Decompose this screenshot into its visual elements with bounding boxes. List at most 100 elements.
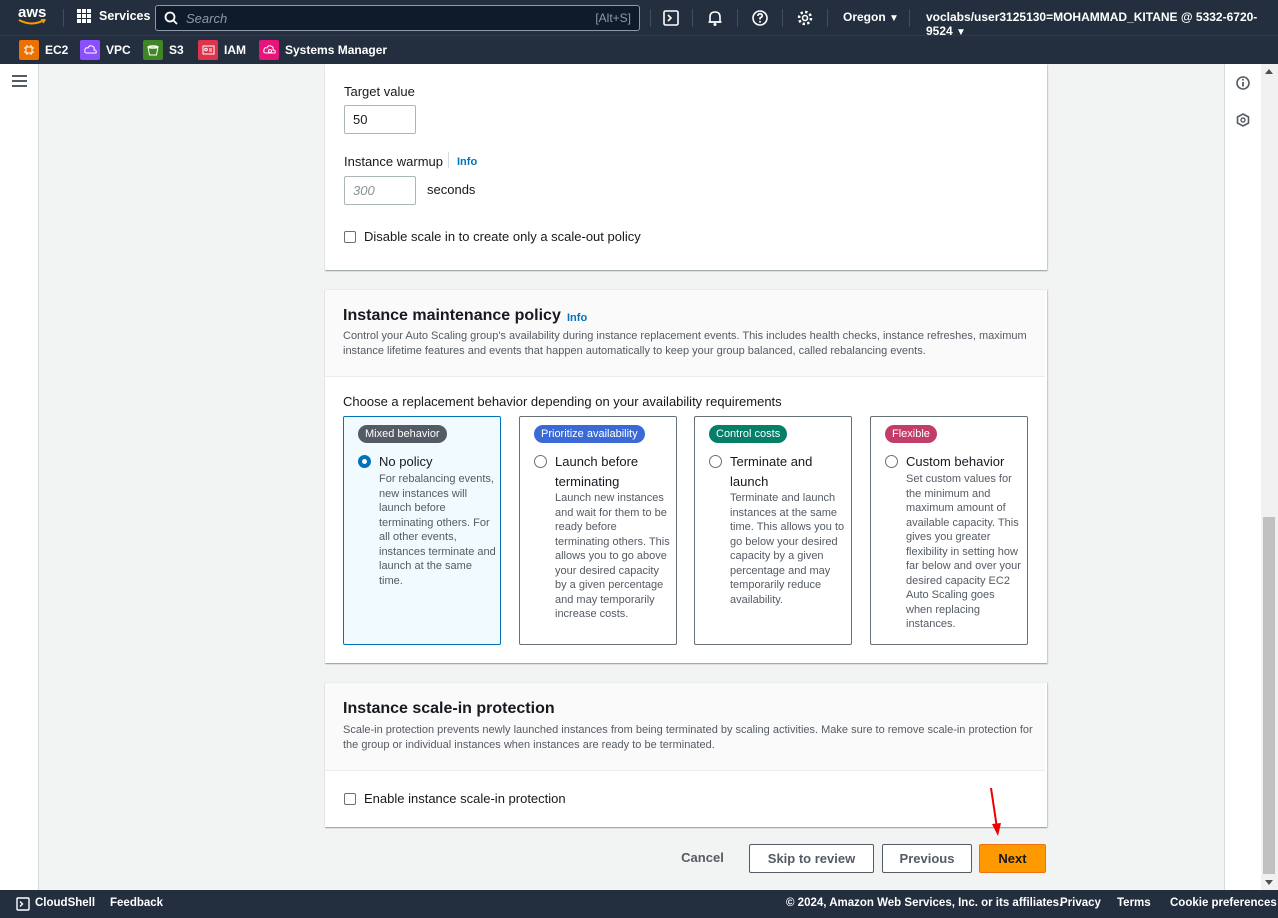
console-footer: CloudShell Feedback © 2024, Amazon Web S… bbox=[0, 890, 1278, 918]
scroll-down-arrow-icon[interactable] bbox=[1265, 880, 1273, 885]
annotation-arrow-icon bbox=[990, 787, 1001, 836]
favorite-label: S3 bbox=[169, 43, 184, 57]
favorite-systems-manager[interactable]: Systems Manager bbox=[259, 40, 387, 60]
maintenance-policy-title: Instance maintenance policy bbox=[343, 307, 561, 324]
enable-scale-in-protection-label: Enable instance scale-in protection bbox=[364, 791, 566, 806]
warmup-unit: seconds bbox=[427, 182, 476, 197]
option-description: Terminate and launch instances at the sa… bbox=[730, 492, 845, 606]
target-value-input[interactable]: 50 bbox=[344, 105, 416, 134]
footer-copyright: © 2024, Amazon Web Services, Inc. or its… bbox=[786, 897, 1063, 909]
services-label: Services bbox=[99, 9, 151, 23]
aws-smile-icon bbox=[18, 19, 46, 25]
top-navigation: aws Services Search [Alt+S] Oregon ▼ voc… bbox=[0, 0, 1278, 38]
divider bbox=[909, 9, 910, 27]
grid-icon bbox=[77, 9, 91, 23]
menu-hamburger-icon[interactable] bbox=[12, 75, 27, 87]
favorite-label: VPC bbox=[106, 43, 131, 57]
divider bbox=[650, 9, 651, 27]
favorite-label: Systems Manager bbox=[285, 43, 388, 57]
badge-flexible: Flexible bbox=[885, 425, 937, 443]
target-value-label: Target value bbox=[344, 84, 415, 99]
divider bbox=[782, 9, 783, 27]
search-shortcut: [Alt+S] bbox=[595, 11, 631, 25]
notifications-bell-icon[interactable] bbox=[706, 9, 724, 27]
option-card-terminate-and-launch[interactable]: Control costs Terminate and launch Termi… bbox=[694, 416, 852, 645]
side-navigation-rail bbox=[0, 64, 39, 890]
footer-terms-link[interactable]: Terms bbox=[1117, 897, 1151, 909]
account-label: voclabs/user3125130=MOHAMMAD_KITANE @ 53… bbox=[926, 10, 1258, 38]
footer-cookie-preferences-link[interactable]: Cookie preferences bbox=[1170, 897, 1277, 909]
scaling-policy-panel: Target value 50 Instance warmup Info 300… bbox=[325, 64, 1047, 270]
skip-to-review-button[interactable]: Skip to review bbox=[749, 844, 874, 873]
divider bbox=[63, 9, 64, 27]
aws-logo[interactable]: aws bbox=[18, 4, 50, 30]
search-input[interactable]: Search [Alt+S] bbox=[155, 5, 640, 31]
caret-down-icon: ▼ bbox=[889, 13, 899, 24]
tools-rail bbox=[1224, 64, 1261, 890]
scale-in-protection-title: Instance scale-in protection bbox=[343, 700, 555, 717]
option-description: Launch new instances and wait for them t… bbox=[555, 492, 670, 620]
option-card-custom-behavior[interactable]: Flexible Custom behavior Set custom valu… bbox=[870, 416, 1028, 645]
option-title: No policy bbox=[379, 454, 433, 469]
footer-feedback-link[interactable]: Feedback bbox=[110, 897, 163, 909]
favorite-ec2[interactable]: EC2 bbox=[19, 40, 68, 60]
disable-scale-in-checkbox[interactable] bbox=[344, 231, 356, 243]
account-menu[interactable]: voclabs/user3125130=MOHAMMAD_KITANE @ 53… bbox=[926, 10, 1278, 38]
ec2-icon bbox=[19, 40, 39, 60]
scale-in-protection-description: Scale-in protection prevents newly launc… bbox=[343, 724, 1033, 751]
favorite-label: EC2 bbox=[45, 43, 69, 57]
maintenance-policy-description: Control your Auto Scaling group's availa… bbox=[343, 330, 1027, 357]
radio-terminate-and-launch[interactable] bbox=[709, 455, 722, 468]
s3-bucket-icon bbox=[143, 40, 163, 60]
scrollbar-thumb[interactable] bbox=[1263, 517, 1275, 874]
warmup-info-link[interactable]: Info bbox=[457, 156, 477, 168]
cloudshell-icon[interactable] bbox=[662, 9, 680, 27]
enable-scale-in-protection-checkbox[interactable] bbox=[344, 793, 356, 805]
footer-privacy-link[interactable]: Privacy bbox=[1060, 897, 1101, 909]
vpc-cloud-icon bbox=[80, 40, 100, 60]
iam-id-card-icon bbox=[198, 40, 218, 60]
help-icon[interactable] bbox=[751, 9, 769, 27]
maintenance-info-link[interactable]: Info bbox=[567, 312, 587, 324]
region-label: Oregon bbox=[843, 10, 886, 24]
instance-scale-in-protection-panel: Instance scale-in protection Scale-in pr… bbox=[325, 682, 1047, 827]
option-title: Custom behavior bbox=[906, 454, 1005, 469]
option-card-launch-before-terminating[interactable]: Prioritize availability Launch before te… bbox=[519, 416, 677, 645]
next-button[interactable]: Next bbox=[979, 844, 1046, 873]
footer-cloudshell-link[interactable]: CloudShell bbox=[35, 897, 95, 909]
favorite-iam[interactable]: IAM bbox=[198, 40, 246, 60]
favorites-bar: EC2 VPC S3 IAM Systems Manager bbox=[0, 35, 1278, 64]
systems-manager-icon bbox=[259, 40, 279, 60]
disable-scale-in-label: Disable scale in to create only a scale-… bbox=[364, 229, 641, 244]
divider bbox=[692, 9, 693, 27]
badge-control-costs: Control costs bbox=[709, 425, 788, 443]
option-title: Launch before terminating bbox=[555, 454, 639, 489]
panel-header: Instance scale-in protection Scale-in pr… bbox=[325, 683, 1045, 771]
info-icon[interactable] bbox=[1236, 76, 1250, 90]
scroll-up-arrow-icon[interactable] bbox=[1265, 69, 1273, 74]
instance-maintenance-policy-panel: Instance maintenance policy Info Control… bbox=[325, 289, 1047, 663]
radio-custom-behavior[interactable] bbox=[885, 455, 898, 468]
radio-launch-before-terminating[interactable] bbox=[534, 455, 547, 468]
divider bbox=[827, 9, 828, 27]
instance-warmup-input[interactable]: 300 bbox=[344, 176, 416, 205]
favorite-s3[interactable]: S3 bbox=[143, 40, 184, 60]
option-card-no-policy[interactable]: Mixed behavior No policy For rebalancing… bbox=[343, 416, 501, 645]
favorite-label: IAM bbox=[224, 43, 246, 57]
services-menu-button[interactable]: Services bbox=[77, 9, 150, 23]
cloudshell-icon bbox=[16, 897, 30, 911]
search-placeholder: Search bbox=[186, 10, 228, 26]
divider bbox=[737, 9, 738, 27]
panel-header: Instance maintenance policy Info Control… bbox=[325, 290, 1045, 377]
badge-mixed-behavior: Mixed behavior bbox=[358, 425, 447, 443]
favorite-vpc[interactable]: VPC bbox=[80, 40, 131, 60]
badge-prioritize-availability: Prioritize availability bbox=[534, 425, 645, 443]
region-selector[interactable]: Oregon ▼ bbox=[843, 10, 899, 24]
cancel-button[interactable]: Cancel bbox=[672, 843, 733, 872]
previous-button[interactable]: Previous bbox=[882, 844, 972, 873]
radio-no-policy[interactable] bbox=[358, 455, 371, 468]
resources-hexagon-icon[interactable] bbox=[1236, 113, 1250, 127]
settings-gear-icon[interactable] bbox=[796, 9, 814, 27]
divider bbox=[448, 152, 449, 168]
option-description: Set custom values for the minimum and ma… bbox=[906, 473, 1021, 630]
